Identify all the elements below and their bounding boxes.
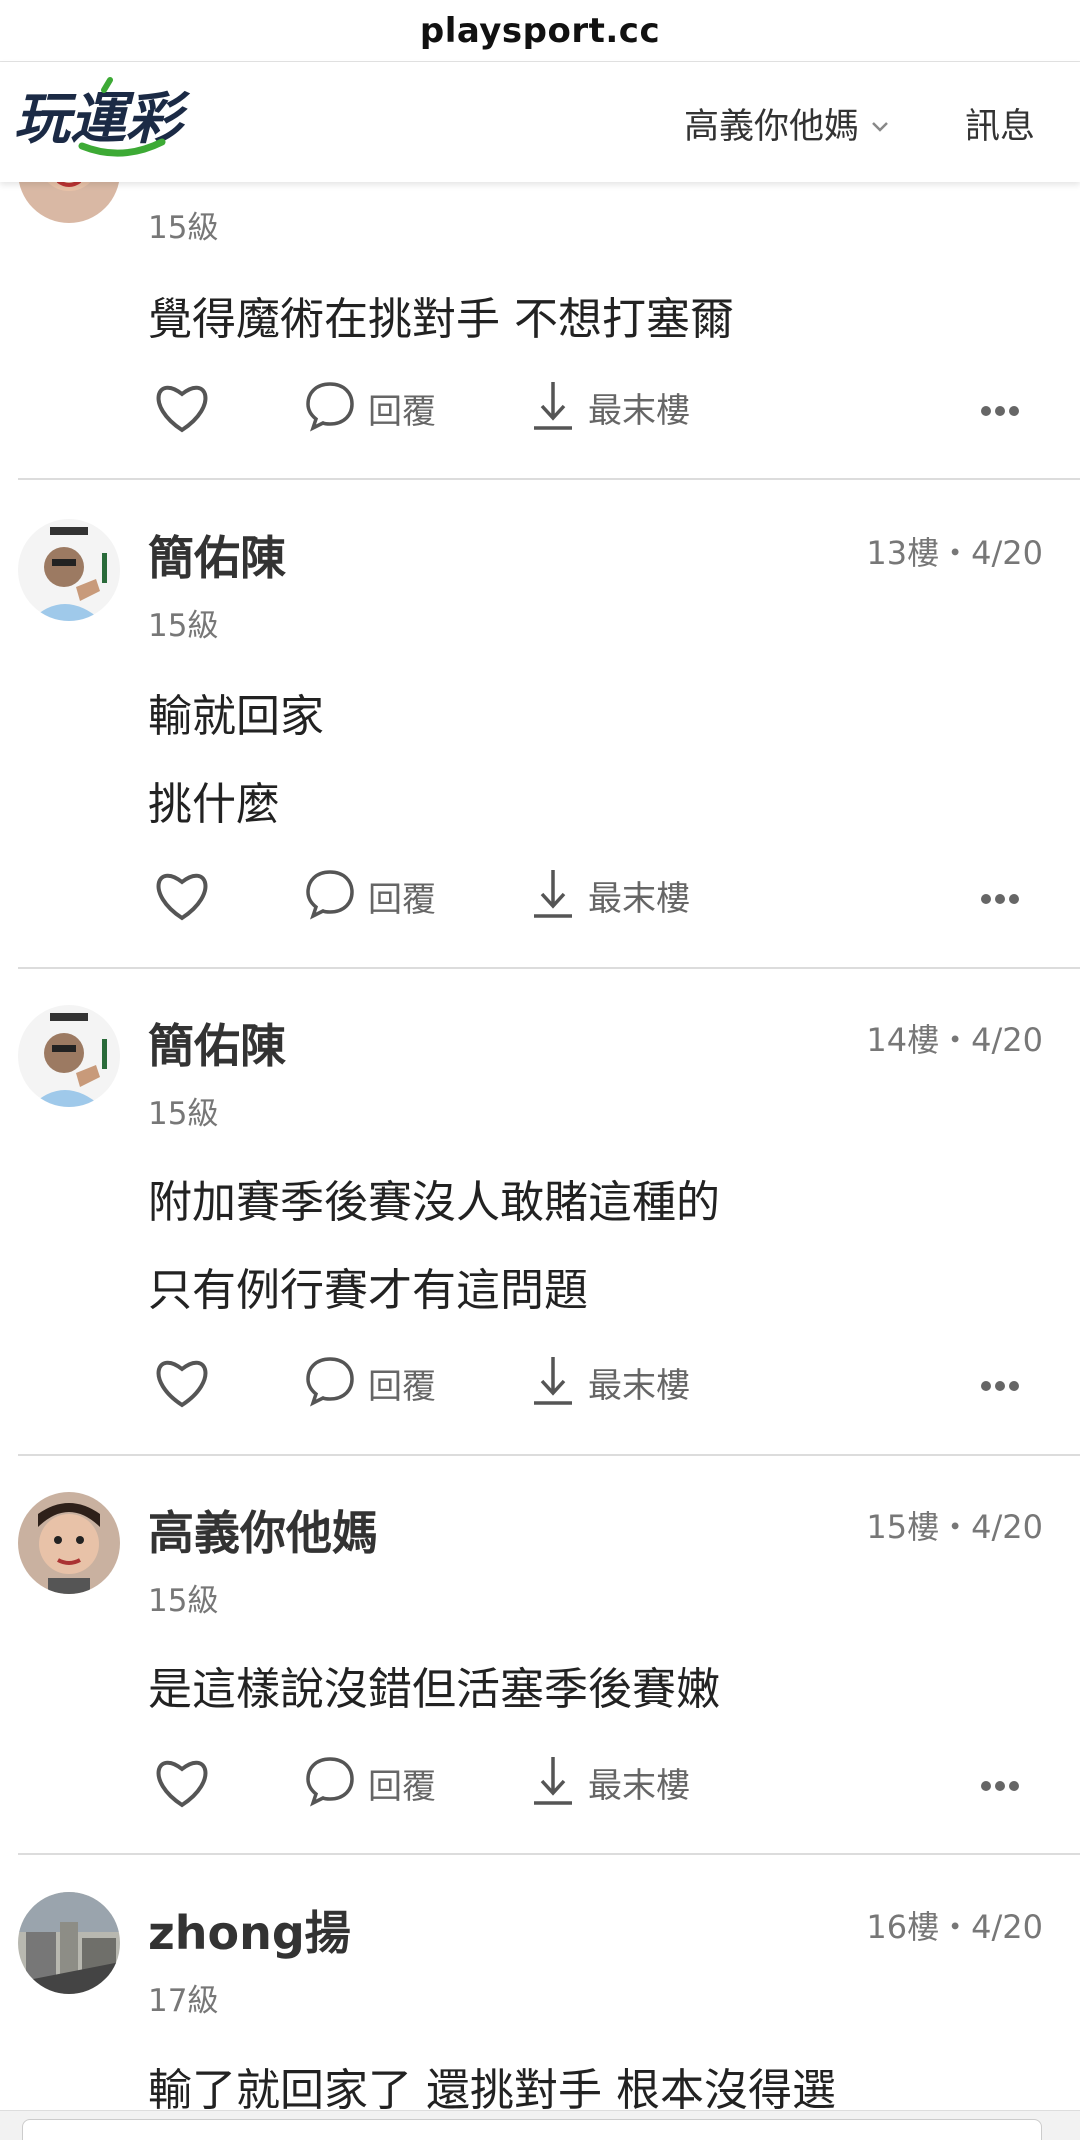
comment-text: 是這樣說沒錯但活塞季後賽嫩	[148, 1664, 720, 1715]
user-menu[interactable]: 高義你他媽	[684, 98, 891, 149]
last-floor-button[interactable]: 最末樓	[530, 866, 690, 924]
bottom-toolbar	[0, 2110, 1080, 2140]
more-dots-icon	[980, 1777, 1020, 1796]
heart-icon	[153, 380, 211, 438]
more-options-button[interactable]	[980, 1377, 1020, 1396]
reply-button[interactable]: 回覆	[304, 1755, 436, 1811]
reply-label: 回覆	[368, 391, 436, 432]
avatar[interactable]	[18, 1005, 120, 1107]
reply-button[interactable]: 回覆	[304, 1355, 436, 1411]
reply-label: 回覆	[368, 1366, 436, 1407]
comment-text: 覺得魔術在挑對手 不想打塞爾	[148, 294, 734, 345]
comment-actions: 回覆 最末樓	[0, 1347, 1080, 1417]
reply-input[interactable]	[22, 2119, 1042, 2140]
reply-button[interactable]: 回覆	[304, 380, 436, 436]
floor-date: 15樓・4/20	[866, 1508, 1043, 1546]
more-options-button[interactable]	[980, 1777, 1020, 1796]
url-text: playsport.cc	[419, 10, 661, 51]
download-arrow-icon	[530, 1353, 576, 1411]
avatar[interactable]	[18, 1892, 120, 1994]
download-arrow-icon	[530, 378, 576, 436]
username[interactable]: 簡佑陳	[148, 1010, 286, 1076]
last-floor-button[interactable]: 最末樓	[530, 378, 690, 436]
floor-date: 14樓・4/20	[866, 1021, 1043, 1059]
last-floor-button[interactable]: 最末樓	[530, 1753, 690, 1811]
user-menu-label: 高義你他媽	[684, 107, 860, 147]
more-dots-icon	[980, 402, 1020, 421]
reply-label: 回覆	[368, 879, 436, 920]
more-dots-icon	[980, 890, 1020, 909]
last-floor-label: 最末樓	[588, 390, 690, 431]
chat-bubble-icon	[304, 1755, 356, 1811]
divider	[18, 1454, 1080, 1456]
avatar[interactable]	[18, 519, 120, 621]
avatar[interactable]	[18, 1492, 120, 1594]
comment-text: 輸就回家	[148, 691, 324, 742]
like-button[interactable]	[153, 1355, 211, 1413]
user-level: 15級	[148, 608, 219, 644]
last-floor-label: 最末樓	[588, 878, 690, 919]
heart-icon	[153, 1755, 211, 1813]
messages-link[interactable]: 訊息	[965, 98, 1035, 149]
logo[interactable]: 玩運彩	[12, 76, 212, 162]
last-floor-button[interactable]: 最末樓	[530, 1353, 690, 1411]
like-button[interactable]	[153, 1755, 211, 1813]
heart-icon	[153, 1355, 211, 1413]
comment-actions: 回覆 最末樓	[0, 372, 1080, 442]
username[interactable]: 簡佑陳	[148, 522, 286, 588]
floor-date: 13樓・4/20	[866, 534, 1043, 572]
more-options-button[interactable]	[980, 402, 1020, 421]
reply-label: 回覆	[368, 1766, 436, 1807]
reply-button[interactable]: 回覆	[304, 868, 436, 924]
chat-bubble-icon	[304, 1355, 356, 1411]
user-level: 15級	[148, 1583, 219, 1619]
address-bar[interactable]: playsport.cc	[0, 0, 1080, 62]
site-header: 玩運彩 高義你他媽 訊息	[0, 62, 1080, 182]
like-button[interactable]	[153, 380, 211, 438]
comment-actions: 回覆 最末樓	[0, 1747, 1080, 1817]
comment-text: 只有例行賽才有這問題	[148, 1265, 588, 1316]
chat-bubble-icon	[304, 868, 356, 924]
floor-date: 16樓・4/20	[866, 1908, 1043, 1946]
divider	[18, 967, 1080, 969]
username[interactable]: 高義你他媽	[148, 1497, 378, 1563]
comment-feed: 15級 覺得魔術在挑對手 不想打塞爾 回覆 最末樓 簡佑陳 13樓・4/20 15…	[0, 0, 1080, 2110]
divider	[18, 1853, 1080, 1855]
comment-actions: 回覆 最末樓	[0, 860, 1080, 930]
username[interactable]: zhong揚	[148, 1897, 351, 1963]
divider	[18, 478, 1080, 480]
last-floor-label: 最末樓	[588, 1765, 690, 1806]
user-level: 15級	[148, 210, 219, 246]
chat-bubble-icon	[304, 380, 356, 436]
user-level: 17級	[148, 1983, 219, 2019]
comment-text: 挑什麼	[148, 779, 280, 830]
last-floor-label: 最末樓	[588, 1365, 690, 1406]
comment-text: 附加賽季後賽沒人敢賭這種的	[148, 1177, 720, 1228]
user-level: 15級	[148, 1096, 219, 1132]
like-button[interactable]	[153, 868, 211, 926]
more-dots-icon	[980, 1377, 1020, 1396]
heart-icon	[153, 868, 211, 926]
download-arrow-icon	[530, 1753, 576, 1811]
chevron-down-icon	[872, 121, 888, 132]
download-arrow-icon	[530, 866, 576, 924]
more-options-button[interactable]	[980, 890, 1020, 909]
comment-text: 輸了就回家了 還挑對手 根本沒得選	[148, 2065, 836, 2110]
